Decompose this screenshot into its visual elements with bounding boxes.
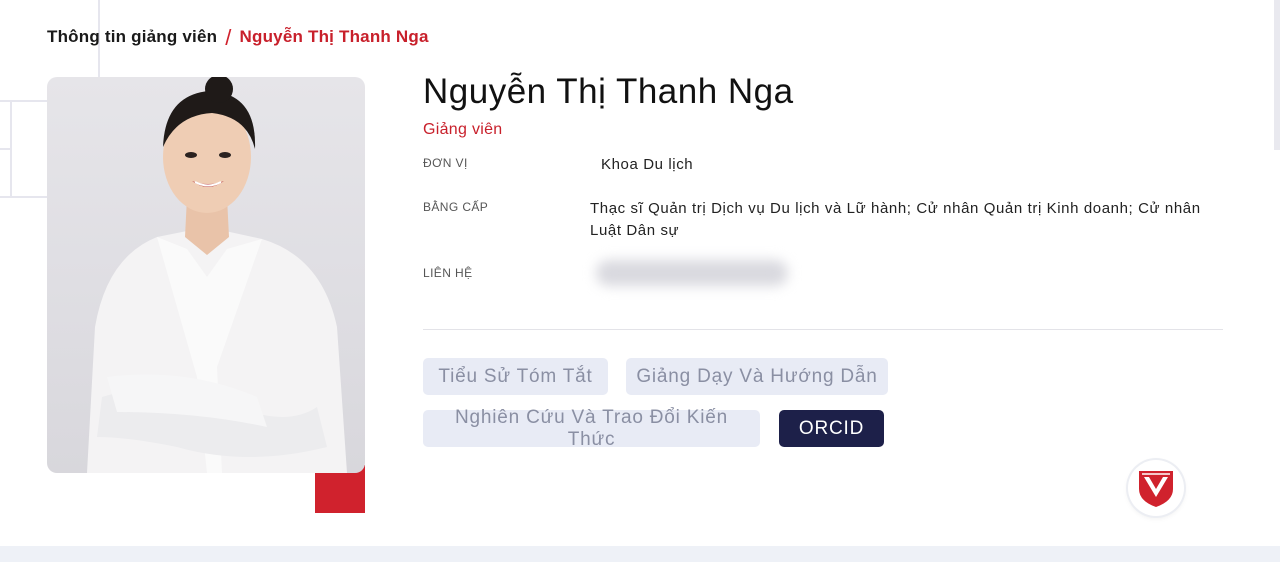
tab-nghien-cuu-va-trao-doi-kien-thuc[interactable]: Nghiên Cứu Và Trao Đổi Kiến Thức <box>423 407 760 450</box>
profile-photo-frame <box>47 77 365 513</box>
university-shield-logo-icon[interactable] <box>1128 460 1184 516</box>
breadcrumb: Thông tin giảng viên / Nguyễn Thị Thanh … <box>47 24 429 50</box>
degree-value: Thạc sĩ Quản trị Dịch vụ Du lịch và Lữ h… <box>590 200 1201 239</box>
bottom-band <box>0 546 1280 562</box>
right-edge-shadow <box>1274 0 1280 150</box>
lecturer-name: Nguyễn Thị Thanh Nga <box>423 72 794 111</box>
degree-label: BẰNG CẤP <box>423 200 489 214</box>
unit-label: ĐƠN VỊ <box>423 156 468 170</box>
tab-orcid[interactable]: ORCID <box>779 410 884 447</box>
lecturer-portrait <box>47 77 365 473</box>
decorative-red-corner <box>315 472 365 513</box>
contact-value-redacted <box>596 260 788 286</box>
lecturer-role: Giảng viên <box>423 121 503 138</box>
breadcrumb-separator: / <box>225 24 232 50</box>
shield-icon <box>1139 471 1173 507</box>
portrait-illustration <box>87 77 347 473</box>
tab-giang-day-va-huong-dan[interactable]: Giảng Dạy Và Hướng Dẫn <box>626 358 888 395</box>
breadcrumb-home-link[interactable]: Thông tin giảng viên <box>47 27 217 47</box>
tab-tieu-su-tom-tat[interactable]: Tiểu Sử Tóm Tắt <box>423 358 608 395</box>
unit-value: Khoa Du lịch <box>601 156 694 173</box>
section-divider <box>423 329 1223 330</box>
contact-label: LIÊN HỆ <box>423 266 473 280</box>
breadcrumb-current: Nguyễn Thị Thanh Nga <box>239 27 429 46</box>
